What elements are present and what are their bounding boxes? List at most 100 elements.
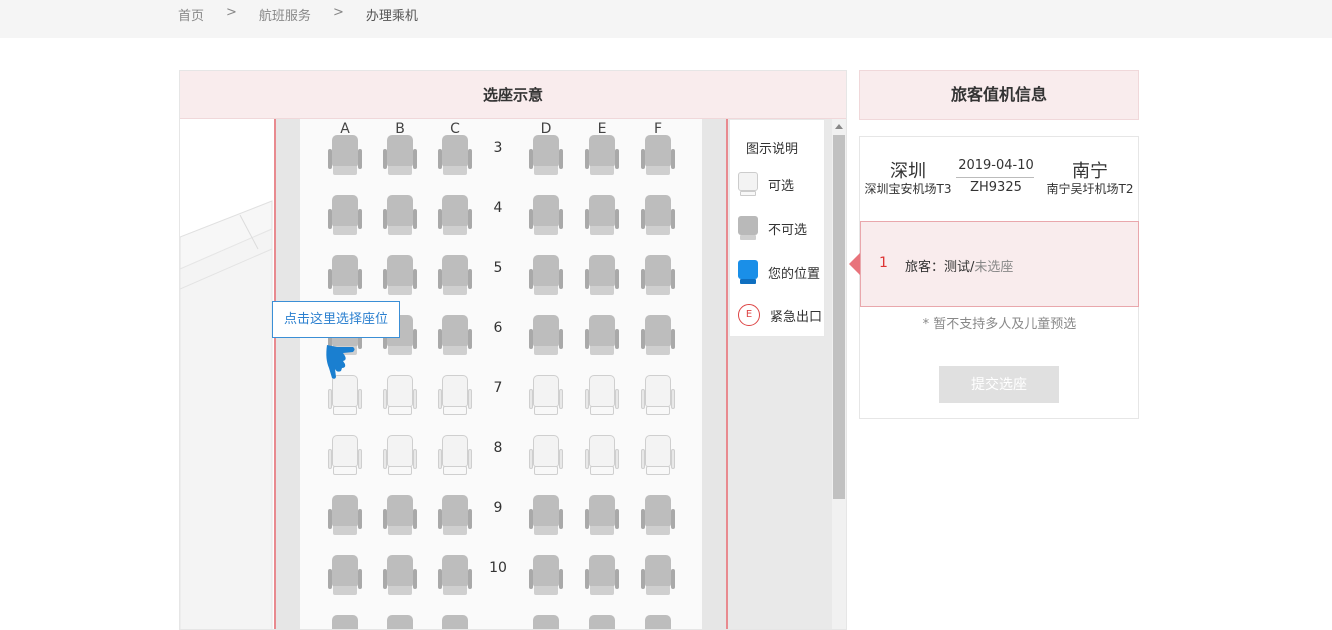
seat-map-scrollbar[interactable] [832, 119, 846, 629]
select-seat-tooltip[interactable]: 点击这里选择座位 [272, 301, 400, 338]
seat-5A [328, 255, 362, 297]
passenger-info: 旅客：测试/未选座 [905, 256, 1013, 275]
legend-your-position-label: 您的位置 [768, 266, 821, 282]
seat-7C[interactable] [438, 375, 472, 417]
seat-8D[interactable] [529, 435, 563, 477]
seat-nextC [438, 615, 472, 629]
row-label: 7 [493, 380, 503, 396]
seat-8C[interactable] [438, 435, 472, 477]
legend-available-label: 可选 [768, 178, 795, 194]
legend-box: 图示说明 可选 不可选 您的位置 E 紧急出口 [729, 119, 825, 337]
breadcrumb-separator: > [226, 5, 237, 20]
fuselage-left-wall [276, 119, 300, 629]
seat-10F [641, 555, 675, 597]
seat-5B [383, 255, 417, 297]
breadcrumb: 首页 > 航班服务 > 办理乘机 [178, 5, 440, 24]
destination-airport: 南宁吴圩机场T2 [1046, 182, 1134, 196]
passenger-row[interactable]: 1 旅客：测试/未选座 [849, 221, 1139, 307]
legend-available: 可选 [738, 172, 794, 196]
seat-7D[interactable] [529, 375, 563, 417]
seat-3A [328, 135, 362, 177]
breadcrumb-checkin: 办理乘机 [365, 9, 418, 24]
seat-5C [438, 255, 472, 297]
seat-10E [585, 555, 619, 597]
seat-9E [585, 495, 619, 537]
passenger-panel: 深圳 深圳宝安机场T3 2019-04-10 ZH9325 南宁 南宁吴圩机场T… [849, 136, 1139, 419]
emergency-exit-icon: E [738, 304, 760, 326]
available-seat-icon [738, 172, 758, 196]
scroll-up-arrow-icon[interactable] [835, 124, 843, 129]
seat-7E[interactable] [585, 375, 619, 417]
passenger-seat-status: 未选座 [974, 260, 1014, 275]
wing-drawing [180, 200, 273, 629]
seat-4A [328, 195, 362, 237]
seat-6C [438, 315, 472, 357]
seat-10A [328, 555, 362, 597]
passenger-name: 旅客：测试/ [905, 260, 975, 275]
seat-map-panel: 选座示意 A B C D E F 3 4 5 6 7 8 9 10 点击这里选择座位 图示说明 可选 [179, 70, 847, 630]
seat-10C [438, 555, 472, 597]
fuselage-right-wall [702, 119, 726, 629]
row-label: 4 [493, 200, 503, 216]
preselect-note: * 暂不支持多人及儿童预选 [922, 317, 1077, 332]
seat-10D [529, 555, 563, 597]
legend-title: 图示说明 [746, 142, 799, 157]
seat-3F [641, 135, 675, 177]
breadcrumb-separator: > [332, 5, 344, 20]
row-label: 6 [493, 320, 503, 336]
seat-nextD [529, 615, 563, 629]
seat-9B [383, 495, 417, 537]
seat-map-area: A B C D E F 3 4 5 6 7 8 9 10 点击这里选择座位 图示说明 可选 不 [180, 119, 846, 629]
seat-map-title: 选座示意 [180, 71, 846, 119]
seat-nextB [383, 615, 417, 629]
row-label: 3 [493, 140, 503, 156]
flight-number: ZH9325 [970, 180, 1022, 195]
origin-airport: 深圳宝安机场T3 [864, 182, 952, 196]
seat-9C [438, 495, 472, 537]
legend-unavailable-label: 不可选 [768, 222, 808, 238]
seat-3B [383, 135, 417, 177]
breadcrumb-home[interactable]: 首页 [178, 5, 204, 24]
seat-8B[interactable] [383, 435, 417, 477]
seat-5E [585, 255, 619, 297]
seat-10B [383, 555, 417, 597]
scroll-thumb[interactable] [833, 135, 845, 499]
seat-4F [641, 195, 675, 237]
row-label: 9 [493, 500, 503, 516]
seat-nextE [585, 615, 619, 629]
seat-4E [585, 195, 619, 237]
seat-9F [641, 495, 675, 537]
submit-seat-button[interactable]: 提交选座 [939, 366, 1059, 403]
seat-8E[interactable] [585, 435, 619, 477]
seat-6E [585, 315, 619, 357]
seat-4C [438, 195, 472, 237]
seat-4B [383, 195, 417, 237]
passenger-panel-title: 旅客值机信息 [859, 70, 1139, 120]
selected-passenger-arrow-icon [849, 253, 860, 275]
seat-7F[interactable] [641, 375, 675, 417]
passenger-index: 1 [879, 255, 888, 271]
your-seat-icon [738, 260, 758, 284]
pointing-hand-icon [326, 345, 355, 379]
seat-3D [529, 135, 563, 177]
row-label: 10 [489, 560, 507, 576]
top-bar: 首页 > 航班服务 > 办理乘机 [0, 0, 1332, 38]
seat-7A[interactable] [328, 375, 362, 417]
seat-8A[interactable] [328, 435, 362, 477]
seat-6D [529, 315, 563, 357]
legend-emergency-exit-label: 紧急出口 [770, 309, 823, 325]
seat-8F[interactable] [641, 435, 675, 477]
seat-5D [529, 255, 563, 297]
seat-7B[interactable] [383, 375, 417, 417]
row-label: 5 [493, 260, 503, 276]
seat-nextA [328, 615, 362, 629]
seat-5F [641, 255, 675, 297]
breadcrumb-flight-service[interactable]: 航班服务 [259, 5, 311, 24]
row-label: 8 [493, 440, 503, 456]
legend-emergency-exit: E 紧急出口 [738, 304, 822, 326]
seat-9A [328, 495, 362, 537]
seat-9D [529, 495, 563, 537]
cabin: A B C D E F 3 4 5 6 7 8 9 10 [300, 119, 702, 629]
seat-6F [641, 315, 675, 357]
unavailable-seat-icon [738, 216, 758, 240]
